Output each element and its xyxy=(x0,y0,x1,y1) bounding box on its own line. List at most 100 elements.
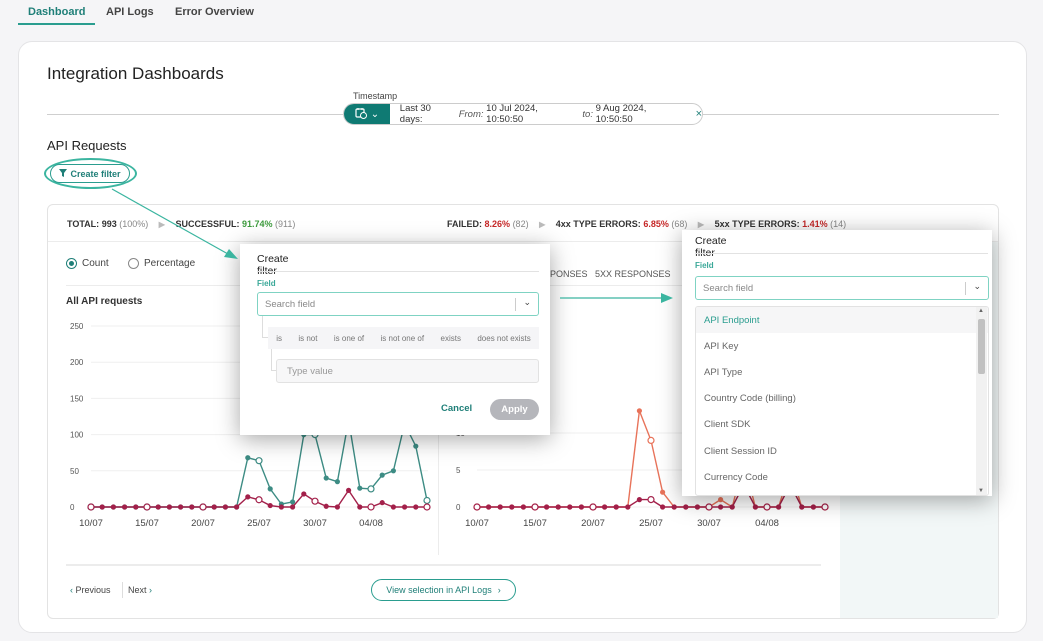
data-point xyxy=(413,504,419,510)
data-point xyxy=(255,457,263,465)
data-point xyxy=(245,494,251,500)
data-point xyxy=(178,504,184,510)
x-tick-label: 04/08 xyxy=(755,518,779,529)
data-point xyxy=(323,503,329,509)
scroll-down-icon[interactable]: ▼ xyxy=(978,488,984,494)
data-point xyxy=(334,479,340,485)
cancel-button[interactable]: Cancel xyxy=(441,403,472,414)
y-tick-label: 0 xyxy=(456,503,461,512)
data-point xyxy=(367,485,375,493)
option-currency-code[interactable]: Currency Code xyxy=(696,464,988,490)
divider xyxy=(66,564,821,566)
chevron-down-icon[interactable]: ⌄ xyxy=(523,297,531,308)
data-point xyxy=(531,503,539,511)
y-tick-label: 5 xyxy=(456,466,461,475)
data-point xyxy=(799,504,805,510)
y-tick-label: 50 xyxy=(70,467,79,476)
x-tick-label: 25/07 xyxy=(247,518,271,529)
operator-does-not-exist[interactable]: does not exists xyxy=(477,334,530,343)
operator-is-not[interactable]: is not xyxy=(298,334,317,343)
data-point xyxy=(763,503,771,511)
search-field-input[interactable]: Search field ⌄ xyxy=(257,292,539,316)
search-placeholder: Search field xyxy=(265,298,316,310)
option-client-sdk[interactable]: Client SDK xyxy=(696,412,988,438)
y-tick-label: 250 xyxy=(70,322,84,331)
data-point xyxy=(729,504,735,510)
data-point xyxy=(155,504,161,510)
view-selection-button[interactable]: View selection in API Logs › xyxy=(371,579,516,601)
view-selection-label: View selection in API Logs xyxy=(386,585,492,595)
data-point xyxy=(659,504,666,510)
data-point xyxy=(520,504,527,510)
option-api-endpoint[interactable]: API Endpoint xyxy=(696,307,988,334)
modal-title: Create filter xyxy=(695,235,727,259)
data-point xyxy=(497,504,503,510)
data-point xyxy=(311,497,319,505)
data-point xyxy=(267,486,273,492)
data-point xyxy=(133,504,139,510)
data-point xyxy=(647,496,655,504)
data-point xyxy=(821,503,829,511)
data-point xyxy=(234,504,240,510)
data-point xyxy=(636,408,643,414)
search-field-input[interactable]: Search field ⌄ xyxy=(695,276,989,300)
data-point xyxy=(810,504,817,510)
x-tick-label: 30/07 xyxy=(303,518,327,529)
apply-button[interactable]: Apply xyxy=(490,399,539,420)
field-options-list: API Endpoint API Key API Type Country Co… xyxy=(695,306,989,496)
search-placeholder: Search field xyxy=(703,282,754,294)
operator-exists[interactable]: exists xyxy=(441,334,461,343)
divider xyxy=(515,298,516,311)
data-point xyxy=(334,504,340,510)
data-point xyxy=(705,503,713,511)
data-point xyxy=(143,503,151,511)
y-tick-label: 100 xyxy=(70,431,84,440)
scroll-up-icon[interactable]: ▲ xyxy=(978,308,984,314)
data-point xyxy=(543,504,550,510)
next-button[interactable]: Next › xyxy=(128,585,152,595)
data-point xyxy=(717,497,724,503)
data-point xyxy=(413,443,419,449)
value-input[interactable]: Type value xyxy=(276,359,539,383)
chevron-down-icon[interactable]: ⌄ xyxy=(973,281,981,292)
data-point xyxy=(323,475,329,481)
x-tick-label: 25/07 xyxy=(639,518,663,529)
previous-button[interactable]: ‹ Previous xyxy=(70,585,111,595)
chevron-right-icon: › xyxy=(149,585,153,595)
data-point xyxy=(199,503,207,511)
field-label: Field xyxy=(695,261,714,270)
data-point xyxy=(647,436,655,444)
x-tick-label: 15/07 xyxy=(523,518,547,529)
data-point xyxy=(694,504,701,510)
option-client-session-id[interactable]: Client Session ID xyxy=(696,438,988,464)
y-tick-label: 150 xyxy=(70,394,84,403)
x-tick-label: 15/07 xyxy=(135,518,159,529)
data-point xyxy=(290,499,296,505)
operator-is-not-one-of[interactable]: is not one of xyxy=(381,334,425,343)
scrollbar-thumb[interactable] xyxy=(978,319,985,374)
value-placeholder: Type value xyxy=(287,365,333,377)
data-point xyxy=(683,504,689,510)
data-point xyxy=(473,503,481,511)
option-api-key[interactable]: API Key xyxy=(696,333,988,359)
data-point xyxy=(278,504,284,510)
operator-is-one-of[interactable]: is one of xyxy=(334,334,364,343)
y-tick-label: 0 xyxy=(70,503,75,512)
y-tick-label: 200 xyxy=(70,358,84,367)
scrollbar[interactable]: ▲ ▼ xyxy=(976,307,987,495)
divider xyxy=(122,582,123,598)
operator-is[interactable]: is xyxy=(276,334,282,343)
data-point xyxy=(301,491,307,497)
x-tick-label: 30/07 xyxy=(697,518,721,529)
option-api-type[interactable]: API Type xyxy=(696,359,988,385)
data-point xyxy=(423,496,431,505)
chevron-left-icon: ‹ xyxy=(70,585,73,595)
option-country-code-billing[interactable]: Country Code (billing) xyxy=(696,386,988,412)
data-point xyxy=(509,504,515,510)
data-point xyxy=(671,504,677,510)
data-point xyxy=(357,504,363,510)
data-point xyxy=(567,504,573,510)
data-point xyxy=(589,503,597,511)
data-point xyxy=(555,504,561,510)
data-point xyxy=(390,468,396,474)
